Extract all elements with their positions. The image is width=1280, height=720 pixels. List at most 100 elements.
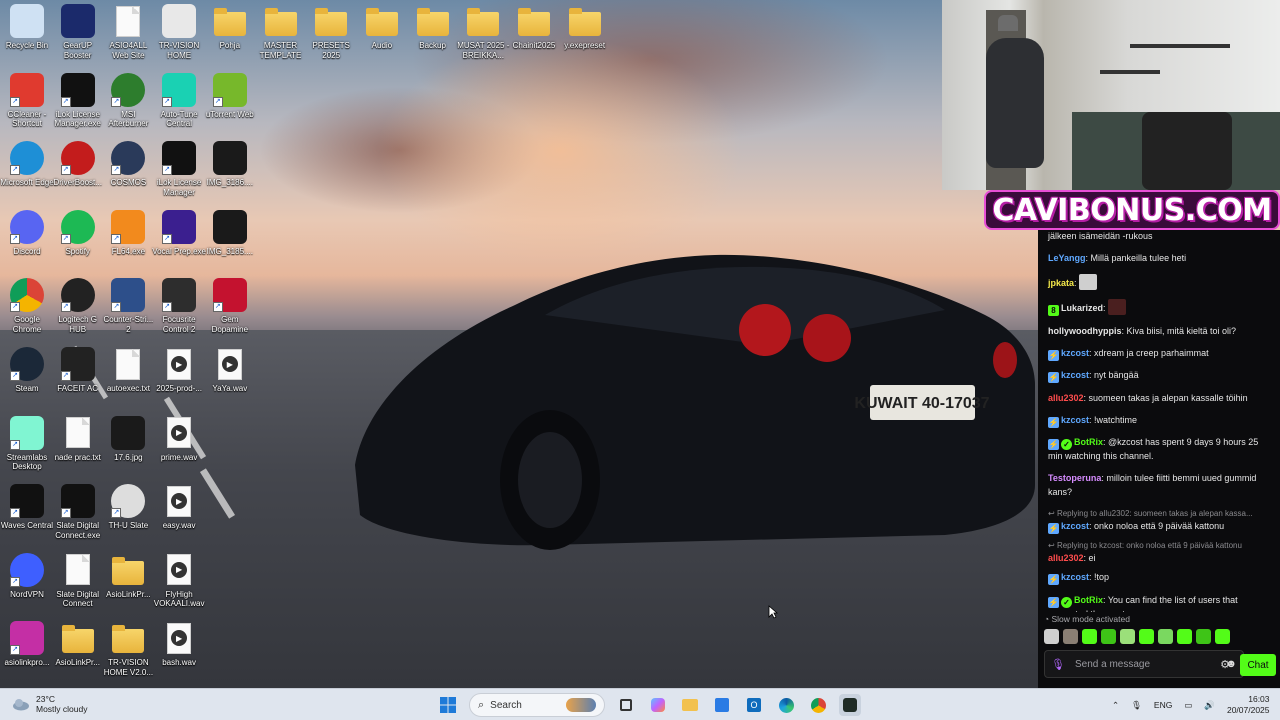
- chat-send-button[interactable]: Chat: [1240, 654, 1276, 676]
- desktop-icon[interactable]: ↗ Spotify: [51, 209, 105, 257]
- desktop-icon[interactable]: ↗ Focusrite Control 2: [152, 278, 206, 334]
- desktop-icon[interactable]: PRESETS 2025: [304, 4, 358, 60]
- emote-icon[interactable]: [1177, 629, 1192, 644]
- chat-username[interactable]: kzcost: [1061, 572, 1089, 582]
- task-view-icon[interactable]: [615, 694, 637, 716]
- language-indicator[interactable]: ENG: [1154, 700, 1172, 710]
- emote-icon[interactable]: [1044, 629, 1059, 644]
- desktop-icon[interactable]: ↗ Logitech G HUB: [51, 278, 105, 334]
- desktop-icon[interactable]: Slate Digital Connect: [51, 553, 105, 609]
- desktop-icon[interactable]: ↗ FACEIT AC: [51, 347, 105, 394]
- desktop-icon[interactable]: ↗ Slate Digital Connect.exe: [51, 484, 105, 540]
- desktop-icon[interactable]: ↗ Google Chrome: [0, 278, 54, 334]
- chat-username[interactable]: jpkata: [1048, 278, 1074, 288]
- desktop-icon[interactable]: ↗ Counter-Stri... 2: [101, 278, 155, 334]
- desktop-icon[interactable]: ↗ DriverBoost...: [51, 141, 105, 188]
- desktop-icon[interactable]: MUSAT 2025 - BREIKKA...: [456, 4, 510, 60]
- volume-icon[interactable]: 🔊: [1204, 700, 1215, 711]
- desktop-icon[interactable]: ▶ easy.wav: [152, 484, 206, 531]
- reply-context[interactable]: ↩ Replying to kzcost: onko noloa että 9 …: [1048, 540, 1272, 551]
- desktop-icon[interactable]: ↗ iLok License Manager.exe: [51, 72, 105, 129]
- desktop-icon[interactable]: Recycle Bin: [0, 4, 54, 51]
- chat-username[interactable]: kzcost: [1061, 370, 1089, 380]
- desktop-icon[interactable]: ↗ COSMOS: [101, 141, 155, 188]
- chevron-up-icon[interactable]: ⌃: [1112, 700, 1119, 711]
- microsoft-store-icon[interactable]: [711, 694, 733, 716]
- chrome-icon[interactable]: [807, 694, 829, 716]
- desktop-icon[interactable]: IMG_3186....: [203, 141, 257, 188]
- desktop-icon[interactable]: TR-VISION HOME: [152, 4, 206, 60]
- clock[interactable]: 16:03 20/07/2025: [1227, 694, 1270, 716]
- desktop-icon[interactable]: IMG_3185....: [203, 209, 257, 257]
- emote-icon[interactable]: [1120, 629, 1135, 644]
- emote-icon[interactable]: [1158, 629, 1173, 644]
- emote-icon[interactable]: [1063, 629, 1078, 644]
- desktop-icon[interactable]: ↗ Waves Central: [0, 484, 54, 531]
- emote-icon[interactable]: [1215, 629, 1230, 644]
- desktop-icon[interactable]: nade prac.txt: [51, 416, 105, 463]
- desktop-icon[interactable]: ↗ CCleaner - Shortcut: [0, 72, 54, 129]
- desktop-icon[interactable]: ↗ TH-U Slate: [101, 484, 155, 531]
- chat-username[interactable]: kzcost: [1061, 521, 1089, 531]
- desktop-icon[interactable]: ▶ YaYa.wav: [203, 347, 257, 394]
- desktop-icon[interactable]: ↗ Vocal Prep.exe: [152, 209, 206, 257]
- outlook-icon[interactable]: O: [743, 694, 765, 716]
- desktop-icon[interactable]: ↗ FL64.exe: [101, 209, 155, 257]
- desktop-icon[interactable]: ↗ Discord: [0, 209, 54, 257]
- chat-message-list[interactable]: jälkeen isämeidän -rukous LeYangg: Millä …: [1038, 230, 1280, 612]
- desktop-icon[interactable]: ↗ uTorrent Web: [203, 72, 257, 120]
- desktop-icon[interactable]: TR-VISION HOME V2.0...: [101, 621, 155, 677]
- desktop-icon[interactable]: Pohja: [203, 4, 257, 51]
- desktop-icon[interactable]: 17.6.jpg: [101, 415, 155, 463]
- desktop-icon[interactable]: autoexec.txt: [101, 347, 155, 394]
- microphone-icon[interactable]: 🎙: [1051, 658, 1065, 671]
- desktop-icon[interactable]: ↗ Gem Dopamine: [203, 278, 257, 334]
- streamlabs-icon[interactable]: [839, 694, 861, 716]
- desktop-icon[interactable]: ▶ bash.wav: [152, 621, 206, 668]
- desktop-icon[interactable]: ↗ Auto-Tune Central: [152, 72, 206, 129]
- desktop-icon[interactable]: GearUP Booster: [51, 4, 105, 60]
- weather-widget[interactable]: 23°C Mostly cloudy: [12, 694, 88, 714]
- desktop-icon[interactable]: ↗ Streamlabs Desktop: [0, 415, 54, 472]
- chat-username[interactable]: Lukarized: [1061, 303, 1103, 313]
- microphone-icon[interactable]: 🎙: [1131, 700, 1142, 711]
- desktop-icon[interactable]: AsioLinkPr...: [51, 621, 105, 668]
- emote-icon[interactable]: [1101, 629, 1116, 644]
- emote-icon[interactable]: [1196, 629, 1211, 644]
- reply-context[interactable]: ↩ Replying to allu2302: suomeen takas ja…: [1048, 508, 1272, 519]
- taskbar-search[interactable]: ⌕ Search: [469, 693, 605, 717]
- desktop-icon[interactable]: Audio: [355, 4, 409, 51]
- desktop-icon[interactable]: ↗ NordVPN: [0, 552, 54, 600]
- edge-icon[interactable]: [775, 694, 797, 716]
- chat-username[interactable]: BotRix: [1074, 595, 1103, 605]
- chat-username[interactable]: allu2302: [1048, 553, 1084, 563]
- desktop-icon[interactable]: Backup: [406, 4, 460, 51]
- emote-icon[interactable]: [1139, 629, 1154, 644]
- chat-username[interactable]: BotRix: [1074, 437, 1103, 447]
- desktop-icon[interactable]: ↗ Steam: [0, 347, 54, 394]
- start-button[interactable]: [437, 694, 459, 716]
- emote-icon[interactable]: [1082, 629, 1097, 644]
- chat-input-field[interactable]: [1074, 658, 1195, 670]
- chat-username[interactable]: allu2302: [1048, 393, 1084, 403]
- desktop-icon[interactable]: MASTER TEMPLATE: [254, 4, 308, 60]
- copilot-icon[interactable]: [647, 694, 669, 716]
- chat-message-input[interactable]: 🎙 ☻: [1044, 650, 1244, 678]
- desktop-icon[interactable]: ↗ iLok License Manager: [152, 141, 206, 197]
- desktop-icon[interactable]: ↗ asiolinkpro...: [0, 621, 54, 668]
- chat-username[interactable]: LeYangg: [1048, 253, 1086, 263]
- chat-username[interactable]: Testoperuna: [1048, 473, 1101, 483]
- chat-username[interactable]: kzcost: [1061, 415, 1089, 425]
- desktop-icon[interactable]: ↗ Microsoft Edge: [0, 141, 54, 188]
- desktop-icon[interactable]: ▶ 2025-prod-...: [152, 347, 206, 394]
- desktop-icon[interactable]: ▶ prime.wav: [152, 416, 206, 463]
- desktop-icon[interactable]: y.exepreset: [558, 4, 612, 51]
- file-explorer-icon[interactable]: [679, 694, 701, 716]
- network-icon[interactable]: ▭: [1184, 700, 1192, 711]
- desktop-icon[interactable]: Chainit2025: [507, 4, 561, 51]
- desktop-icon[interactable]: AsioLinkPr...: [101, 553, 155, 600]
- desktop-icon[interactable]: ↗ MSI Afterburner: [101, 72, 155, 129]
- chat-username[interactable]: kzcost: [1061, 348, 1089, 358]
- chat-username[interactable]: hollywoodhyppis: [1048, 326, 1122, 336]
- desktop-icon[interactable]: ASIO4ALL Web Site: [101, 4, 155, 60]
